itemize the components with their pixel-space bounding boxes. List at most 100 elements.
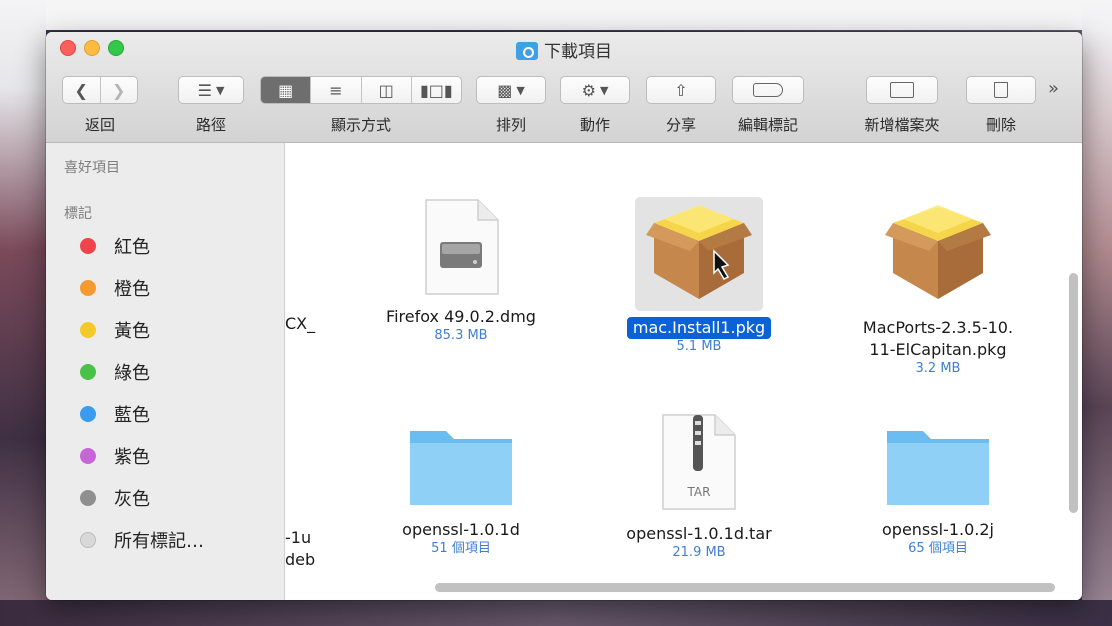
horizontal-scrollbar[interactable] xyxy=(435,583,1055,592)
orange-tag-dot-icon xyxy=(80,280,96,296)
column-view-button[interactable]: ◫ xyxy=(362,77,412,103)
favorites-header: 喜好項目 xyxy=(64,160,120,176)
chevron-down-icon: ▼ xyxy=(516,83,525,97)
tag-label: 紫色 xyxy=(114,447,150,468)
file-size: 3.2 MB xyxy=(915,361,961,376)
dmg-icon xyxy=(422,198,500,296)
file-name: openssl-1.0.1d xyxy=(402,520,520,539)
delete-button[interactable] xyxy=(966,76,1036,104)
sidebar: 喜好項目 標記 紅色 橙色 黃色 綠色 藍色 紫色 灰色 所有標記… xyxy=(46,143,285,600)
tag-label: 黃色 xyxy=(114,321,150,342)
share-button[interactable]: ⇧ xyxy=(646,76,716,104)
file-item-openssl-tar[interactable]: TAR openssl-1.0.1d.tar 21.9 MB xyxy=(599,413,799,561)
sidebar-tag-green[interactable]: 綠色 xyxy=(80,358,150,386)
arrange-grid-icon: ▩ xyxy=(497,80,513,100)
file-item-partial-1[interactable]: CX_ xyxy=(285,313,315,335)
list-lines-icon: ≡ xyxy=(329,80,343,100)
file-name-line2: 11-ElCapitan.pkg xyxy=(869,340,1007,359)
window-title: 下載項目 xyxy=(46,37,1082,62)
edit-tags-label: 編輯標記 xyxy=(737,116,798,134)
file-name-line2: deb xyxy=(285,550,316,569)
item-count: 51 個項目 xyxy=(431,541,491,556)
desktop-background-right xyxy=(1082,0,1112,626)
file-name: MacPorts-2.3.5-10. xyxy=(862,318,1014,337)
gray-tag-dot-icon xyxy=(80,490,96,506)
action-label: 動作 xyxy=(579,116,610,134)
file-size: 21.9 MB xyxy=(672,545,726,560)
file-size: 85.3 MB xyxy=(434,328,488,343)
cover-flow-icon: ▮□▮ xyxy=(420,80,453,100)
red-tag-dot-icon xyxy=(80,238,96,254)
path-label: 路徑 xyxy=(195,116,226,134)
toolbar: 下載項目 ❮ ❯ 返回 ☰ ▼ 路徑 ▦ ≡ ◫ ▮□▮ 顯示方式 ▩ ▼ 排列 ⚙… xyxy=(46,32,1082,143)
tag-label: 所有標記… xyxy=(114,531,204,552)
path-button[interactable]: ☰ ▼ xyxy=(178,76,244,104)
yellow-tag-dot-icon xyxy=(80,322,96,338)
tag-label: 灰色 xyxy=(114,489,150,510)
new-folder-icon xyxy=(890,82,914,98)
cover-flow-button[interactable]: ▮□▮ xyxy=(412,77,461,103)
tar-icon: TAR xyxy=(659,413,739,511)
gear-icon: ⚙ xyxy=(581,80,596,100)
tar-label: TAR xyxy=(687,485,711,499)
finder-window: 下載項目 ❮ ❯ 返回 ☰ ▼ 路徑 ▦ ≡ ◫ ▮□▮ 顯示方式 ▩ ▼ 排列 ⚙… xyxy=(46,32,1082,600)
file-name: mac.Install1.pkg xyxy=(626,317,772,339)
desktop-background xyxy=(0,0,1112,30)
sidebar-tag-blue[interactable]: 藍色 xyxy=(80,400,150,428)
share-icon: ⇧ xyxy=(674,80,688,100)
list-view-button[interactable]: ≡ xyxy=(311,77,362,103)
icon-view-button[interactable]: ▦ xyxy=(261,77,312,103)
tag-icon xyxy=(753,83,783,97)
desktop-background-left xyxy=(0,0,46,626)
file-item-openssl-101d[interactable]: openssl-1.0.1d 51 個項目 xyxy=(361,425,561,557)
action-button[interactable]: ⚙ ▼ xyxy=(560,76,630,104)
tag-label: 綠色 xyxy=(114,363,150,384)
window-title-text: 下載項目 xyxy=(544,42,612,62)
sidebar-tag-orange[interactable]: 橙色 xyxy=(80,274,150,302)
trash-icon xyxy=(994,82,1008,98)
chevron-down-icon: ▼ xyxy=(215,83,225,97)
tag-label: 橙色 xyxy=(114,279,150,300)
new-folder-label: 新增檔案夾 xyxy=(864,116,940,134)
arrange-label: 排列 xyxy=(495,116,526,134)
file-item-partial-2[interactable]: -1u deb xyxy=(285,527,315,571)
folder-icon xyxy=(408,425,514,507)
back-button[interactable]: ❮ xyxy=(63,77,101,103)
sidebar-tag-red[interactable]: 紅色 xyxy=(80,232,150,260)
chevron-left-icon: ❮ xyxy=(74,80,88,100)
purple-tag-dot-icon xyxy=(80,448,96,464)
edit-tags-button[interactable] xyxy=(732,76,804,104)
file-item-macports-pkg[interactable]: MacPorts-2.3.5-10. 11-ElCapitan.pkg 3.2 … xyxy=(833,201,1043,377)
sidebar-all-tags[interactable]: 所有標記… xyxy=(80,526,204,554)
columns-icon: ◫ xyxy=(378,80,394,100)
forward-button[interactable]: ❯ xyxy=(101,77,138,103)
file-item-openssl-102j[interactable]: openssl-1.0.2j 65 個項目 xyxy=(833,425,1043,557)
sidebar-tag-yellow[interactable]: 黃色 xyxy=(80,316,150,344)
package-icon xyxy=(883,201,993,305)
item-count: 65 個項目 xyxy=(908,541,968,556)
chevron-right-icon: ❯ xyxy=(112,80,126,100)
folder-icon xyxy=(885,425,991,507)
list-icon: ☰ xyxy=(197,80,212,100)
share-label: 分享 xyxy=(665,116,696,134)
file-name: Firefox 49.0.2.dmg xyxy=(386,307,536,326)
delete-label: 刪除 xyxy=(985,116,1016,134)
file-name: CX_ xyxy=(285,314,316,333)
back-forward-control: ❮ ❯ xyxy=(62,76,138,104)
file-size: 5.1 MB xyxy=(676,339,722,354)
new-folder-button[interactable] xyxy=(866,76,938,104)
toolbar-overflow-button[interactable]: » xyxy=(1048,78,1059,99)
file-item-mac-install-pkg[interactable]: mac.Install1.pkg 5.1 MB xyxy=(599,201,799,355)
arrange-button[interactable]: ▩ ▼ xyxy=(476,76,546,104)
downloads-folder-icon xyxy=(516,42,538,60)
vertical-scrollbar[interactable] xyxy=(1069,273,1078,513)
blue-tag-dot-icon xyxy=(80,406,96,422)
file-item-firefox-dmg[interactable]: Firefox 49.0.2.dmg 85.3 MB xyxy=(361,198,561,344)
view-label: 顯示方式 xyxy=(330,116,391,134)
back-label: 返回 xyxy=(84,116,115,134)
grid-icon: ▦ xyxy=(278,80,294,100)
sidebar-tag-gray[interactable]: 灰色 xyxy=(80,484,150,512)
tags-header: 標記 xyxy=(64,206,92,222)
sidebar-tag-purple[interactable]: 紫色 xyxy=(80,442,150,470)
view-control: ▦ ≡ ◫ ▮□▮ xyxy=(260,76,462,104)
